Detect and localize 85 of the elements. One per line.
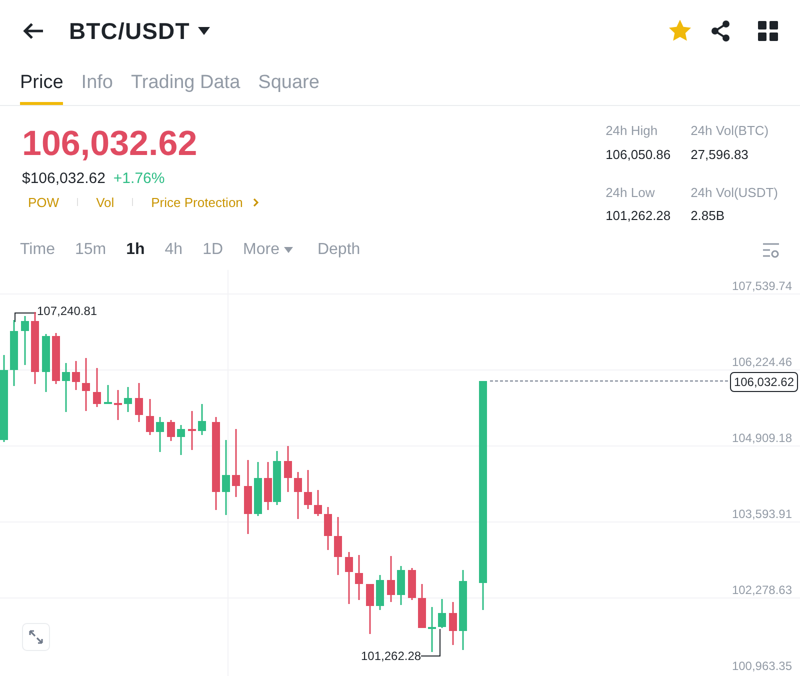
tag[interactable]: POW <box>22 192 66 212</box>
candle <box>82 358 90 411</box>
candle <box>324 507 332 550</box>
caret-down-icon[interactable] <box>198 27 210 35</box>
tag[interactable]: Price Protection <box>145 192 249 212</box>
interval-tab[interactable]: 4h <box>164 238 183 262</box>
candle <box>62 363 70 412</box>
last-price: 106,032.62 <box>22 124 198 164</box>
leader-line <box>420 628 440 656</box>
expand-icon <box>29 630 43 644</box>
candle <box>156 417 164 452</box>
candle <box>428 607 436 652</box>
back-arrow-icon[interactable] <box>22 22 44 40</box>
candle <box>254 462 262 516</box>
y-axis-label: 107,539.74 <box>732 279 792 293</box>
y-axis-label: 104,909.18 <box>732 431 792 445</box>
stat-label: 24h Vol(BTC) <box>690 122 770 140</box>
candle <box>104 385 112 404</box>
candle <box>366 584 374 634</box>
candle <box>52 333 60 384</box>
chevron-right-icon[interactable] <box>252 198 259 207</box>
candle <box>355 555 363 600</box>
candle <box>114 390 122 420</box>
candle <box>10 320 18 386</box>
stat-label: 24h Low <box>606 184 656 202</box>
tab[interactable]: Square <box>258 61 320 105</box>
candle <box>314 490 322 516</box>
low-price-label: 101,262.28 <box>361 649 422 663</box>
interval-tab[interactable]: Depth <box>317 238 360 262</box>
interval-tab[interactable]: 1D <box>202 238 224 262</box>
stat-value: 106,050.86 <box>606 146 672 164</box>
y-axis-label: 102,278.63 <box>732 583 792 597</box>
candle <box>438 599 446 628</box>
star-icon[interactable] <box>669 20 691 42</box>
grid-icon[interactable] <box>758 21 778 41</box>
candle <box>72 361 80 390</box>
candle <box>21 316 29 365</box>
candle <box>167 420 175 441</box>
tag[interactable]: Vol <box>90 192 120 212</box>
candle <box>232 429 240 497</box>
candle <box>449 602 457 645</box>
usd-price: $106,032.62 <box>22 169 106 189</box>
high-price-label: 107,240.81 <box>37 304 98 318</box>
stat-value: 101,262.28 <box>606 207 672 225</box>
current-price-tag: 106,032.62 <box>730 372 798 392</box>
candle <box>198 404 206 435</box>
candle <box>124 387 132 412</box>
stat-value: 27,596.83 <box>690 146 750 164</box>
candle <box>31 312 39 384</box>
stat-value: 2.85B <box>690 207 726 225</box>
interval-dropdown[interactable]: More <box>243 238 294 262</box>
candle <box>304 470 312 509</box>
share-icon[interactable] <box>711 20 731 42</box>
chart-settings-icon[interactable] <box>762 242 780 258</box>
tab[interactable]: Price <box>20 61 64 105</box>
tab[interactable]: Info <box>81 61 113 105</box>
interval-tab[interactable]: 1h <box>126 238 145 262</box>
candle <box>42 334 50 392</box>
y-axis-label: 103,593.91 <box>732 507 792 521</box>
expand-button[interactable] <box>22 623 50 651</box>
y-axis-label: 100,963.35 <box>732 659 792 673</box>
candle <box>188 411 196 450</box>
y-axis-label: 106,224.46 <box>732 355 792 369</box>
candle <box>418 584 426 628</box>
candle <box>408 568 416 600</box>
interval-tab[interactable]: 15m <box>74 238 106 262</box>
pair-title: BTC/USDT <box>69 16 190 46</box>
stat-label: 24h High <box>606 122 659 140</box>
candle <box>135 383 143 422</box>
stat-label: 24h Vol(USDT) <box>690 184 778 202</box>
candle <box>345 552 353 604</box>
candle <box>146 399 154 435</box>
candle <box>294 472 302 519</box>
candle <box>387 556 395 602</box>
caret-down-icon <box>284 247 294 253</box>
interval-tab[interactable]: Time <box>20 238 55 262</box>
candle <box>93 368 101 407</box>
candle <box>177 425 185 455</box>
candle <box>334 517 342 575</box>
candle <box>397 566 405 605</box>
price-change: +1.76% <box>113 169 165 189</box>
tab[interactable]: Trading Data <box>131 61 240 105</box>
candle <box>284 446 292 492</box>
leader-line <box>14 312 36 322</box>
candle <box>376 575 384 610</box>
